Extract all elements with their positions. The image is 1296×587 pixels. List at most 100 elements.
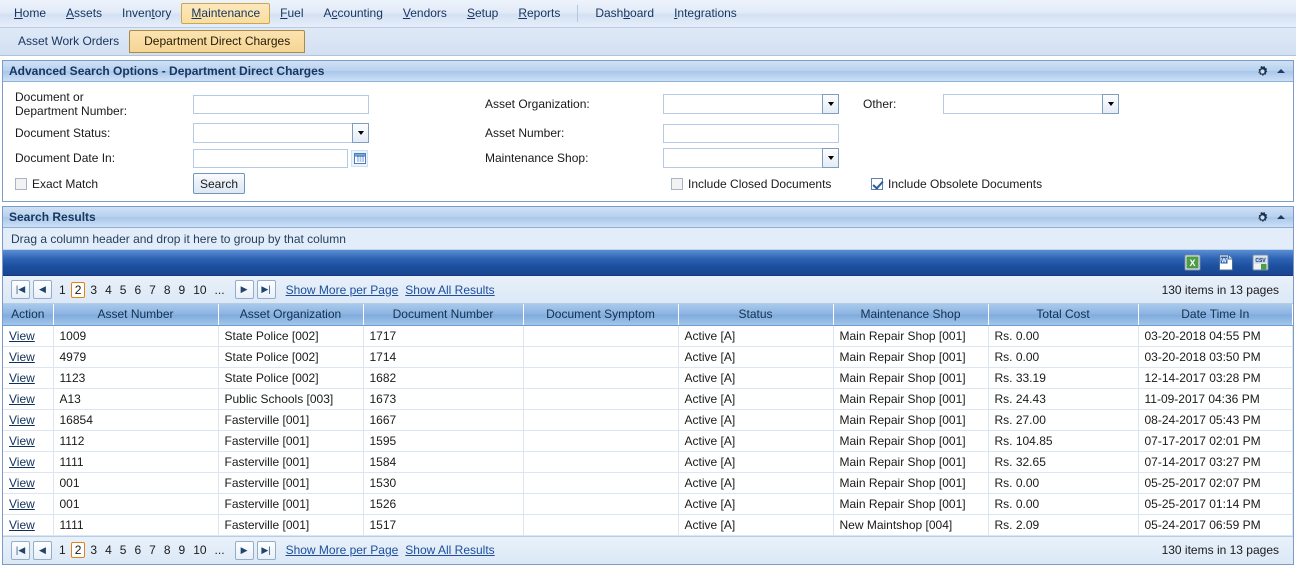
calendar-icon[interactable] bbox=[351, 149, 368, 167]
page-number-9[interactable]: 9 bbox=[176, 542, 189, 558]
show-all-results-link-bottom[interactable]: Show All Results bbox=[405, 543, 494, 557]
search-button[interactable]: Search bbox=[193, 173, 245, 194]
column-header-status[interactable]: Status bbox=[678, 304, 834, 326]
menu-item-reports[interactable]: Reports bbox=[508, 3, 570, 24]
include-obsolete-documents-checkbox[interactable] bbox=[871, 177, 883, 190]
menu-item-accounting[interactable]: Accounting bbox=[314, 3, 393, 24]
view-link[interactable]: View bbox=[9, 434, 35, 448]
page-number-1[interactable]: 1 bbox=[56, 542, 69, 558]
column-header-document-number[interactable]: Document Number bbox=[363, 304, 524, 326]
exact-match-row[interactable]: Exact Match bbox=[15, 177, 193, 191]
maintenance-shop-select[interactable] bbox=[663, 148, 839, 168]
page-number-2[interactable]: 2 bbox=[70, 281, 86, 298]
document-status-select[interactable] bbox=[193, 123, 369, 143]
menu-item-integrations[interactable]: Integrations bbox=[664, 3, 747, 24]
page-number-6[interactable]: 6 bbox=[131, 282, 144, 298]
menu-item-home[interactable]: Home bbox=[4, 3, 56, 24]
cell-action: View bbox=[3, 514, 54, 536]
chevron-down-icon[interactable] bbox=[352, 123, 369, 143]
column-header-asset-number[interactable]: Asset Number bbox=[53, 304, 219, 326]
view-link[interactable]: View bbox=[9, 371, 35, 385]
page-number-10[interactable]: 10 bbox=[190, 542, 209, 558]
page-number-3[interactable]: 3 bbox=[87, 282, 100, 298]
cell-date-time-in: 07-14-2017 03:27 PM bbox=[1138, 451, 1293, 473]
gear-icon[interactable] bbox=[1257, 211, 1268, 223]
exact-match-checkbox[interactable] bbox=[15, 177, 27, 190]
page-number-8[interactable]: 8 bbox=[161, 542, 174, 558]
asset-organization-select[interactable] bbox=[663, 94, 839, 114]
include-closed-documents-checkbox[interactable] bbox=[671, 177, 683, 190]
menu-item-vendors[interactable]: Vendors bbox=[393, 3, 457, 24]
view-link[interactable]: View bbox=[9, 413, 35, 427]
next-page-button[interactable]: ▶ bbox=[234, 280, 254, 299]
cell-status: Active [A] bbox=[678, 493, 834, 515]
last-page-button[interactable]: ▶| bbox=[256, 280, 276, 299]
group-by-dropzone[interactable]: Drag a column header and drop it here to… bbox=[3, 228, 1293, 250]
show-all-results-link[interactable]: Show All Results bbox=[405, 283, 494, 297]
first-page-button-bottom[interactable]: |◀ bbox=[11, 540, 30, 560]
view-link[interactable]: View bbox=[9, 392, 35, 406]
column-header-asset-organization[interactable]: Asset Organization bbox=[218, 304, 364, 326]
page-number-6[interactable]: 6 bbox=[131, 542, 144, 558]
prev-page-button-bottom[interactable]: ◀ bbox=[33, 540, 52, 560]
page-number-3[interactable]: 3 bbox=[87, 542, 100, 558]
prev-page-button[interactable]: ◀ bbox=[33, 280, 52, 299]
view-link[interactable]: View bbox=[9, 329, 35, 343]
include-obsolete-row[interactable]: Include Obsolete Documents bbox=[871, 177, 1042, 191]
chevron-down-icon[interactable] bbox=[822, 148, 839, 168]
page-number-4[interactable]: 4 bbox=[102, 542, 115, 558]
menu-item-dashboard[interactable]: Dashboard bbox=[585, 3, 664, 24]
page-number-5[interactable]: 5 bbox=[117, 282, 130, 298]
cell-status: Active [A] bbox=[678, 514, 834, 536]
document-date-in-input[interactable] bbox=[193, 148, 348, 168]
page-number-10[interactable]: 10 bbox=[190, 282, 209, 298]
view-link[interactable]: View bbox=[9, 476, 35, 490]
page-number-2[interactable]: 2 bbox=[70, 542, 86, 558]
chevron-up-icon[interactable] bbox=[1277, 215, 1285, 219]
view-link[interactable]: View bbox=[9, 455, 35, 469]
page-number-7[interactable]: 7 bbox=[146, 542, 159, 558]
page-number-8[interactable]: 8 bbox=[161, 282, 174, 298]
menu-item-inventory[interactable]: Inventory bbox=[112, 3, 181, 24]
page-number-7[interactable]: 7 bbox=[146, 282, 159, 298]
menu-item-fuel[interactable]: Fuel bbox=[270, 3, 313, 24]
view-link[interactable]: View bbox=[9, 518, 35, 532]
other-label: Other: bbox=[863, 97, 897, 111]
menu-item-assets[interactable]: Assets bbox=[56, 3, 112, 24]
page-number-1[interactable]: 1 bbox=[56, 282, 69, 298]
column-header-total-cost[interactable]: Total Cost bbox=[988, 304, 1139, 326]
export-excel-icon[interactable]: X bbox=[1184, 254, 1201, 271]
gear-icon[interactable] bbox=[1257, 65, 1268, 77]
export-csv-icon[interactable]: CSV bbox=[1252, 254, 1269, 271]
page-number-9[interactable]: 9 bbox=[176, 282, 189, 298]
chevron-down-icon[interactable] bbox=[822, 94, 839, 114]
asset-number-input[interactable] bbox=[663, 123, 839, 143]
page-number-5[interactable]: 5 bbox=[117, 542, 130, 558]
cell-status: Active [A] bbox=[678, 325, 834, 347]
next-page-button-bottom[interactable]: ▶ bbox=[234, 540, 254, 560]
view-link[interactable]: View bbox=[9, 350, 35, 364]
export-word-icon[interactable]: W bbox=[1218, 254, 1235, 271]
column-header-date-time-in[interactable]: Date Time In bbox=[1138, 304, 1293, 326]
document-number-input[interactable] bbox=[193, 94, 369, 114]
column-header-maintenance-shop[interactable]: Maintenance Shop bbox=[833, 304, 989, 326]
menu-item-maintenance[interactable]: Maintenance bbox=[181, 3, 271, 24]
page-ellipsis[interactable]: ... bbox=[212, 282, 228, 298]
include-closed-row[interactable]: Include Closed Documents bbox=[671, 177, 863, 191]
sub-tab-department-direct-charges[interactable]: Department Direct Charges bbox=[129, 30, 306, 53]
page-ellipsis[interactable]: ... bbox=[212, 542, 228, 558]
menu-item-setup[interactable]: Setup bbox=[457, 3, 508, 24]
show-more-per-page-link[interactable]: Show More per Page bbox=[286, 283, 399, 297]
first-page-button[interactable]: |◀ bbox=[11, 280, 30, 299]
show-more-per-page-link-bottom[interactable]: Show More per Page bbox=[286, 543, 399, 557]
chevron-up-icon[interactable] bbox=[1277, 69, 1285, 73]
last-page-button-bottom[interactable]: ▶| bbox=[256, 540, 276, 560]
page-number-4[interactable]: 4 bbox=[102, 282, 115, 298]
chevron-down-icon[interactable] bbox=[1102, 94, 1119, 114]
cell-action: View bbox=[3, 430, 54, 452]
other-select[interactable] bbox=[943, 94, 1119, 114]
view-link[interactable]: View bbox=[9, 497, 35, 511]
sub-tab-asset-work-orders[interactable]: Asset Work Orders bbox=[8, 31, 129, 52]
column-header-document-symptom[interactable]: Document Symptom bbox=[523, 304, 679, 326]
column-header-action[interactable]: Action bbox=[3, 304, 54, 326]
